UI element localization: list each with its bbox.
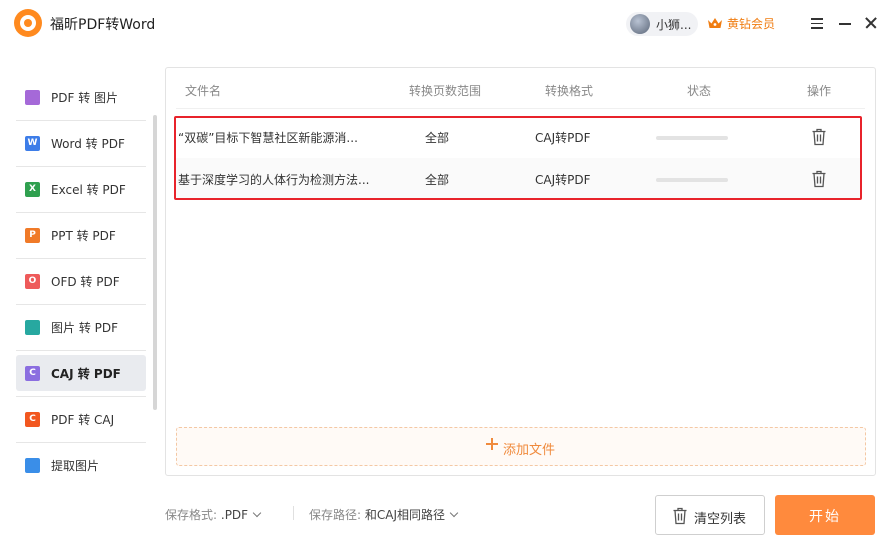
sidebar-divider <box>16 350 146 351</box>
sidebar-item-1[interactable]: Word 转 PDF <box>16 125 146 161</box>
convert-format: CAJ转PDF <box>535 173 591 187</box>
crown-icon <box>708 18 722 28</box>
save-path-value: 和CAJ相同路径 <box>364 508 446 522</box>
sidebar-item-7[interactable]: PDF 转 CAJ <box>16 401 146 437</box>
sidebar-divider <box>16 212 146 213</box>
caj-out-icon <box>25 412 40 427</box>
add-file-label: 添加文件 <box>503 443 556 458</box>
menu-icon[interactable] <box>808 14 826 32</box>
col-header-filename: 文件名 <box>185 84 222 98</box>
sidebar-divider <box>16 304 146 305</box>
sidebar-item-2[interactable]: Excel 转 PDF <box>16 171 146 207</box>
save-format-select[interactable]: 保存格式: .PDF <box>165 506 262 523</box>
sidebar-item-label: OFD 转 PDF <box>51 275 120 289</box>
trash-icon[interactable] <box>811 128 827 146</box>
header-divider <box>176 108 865 109</box>
sidebar-item-6[interactable]: CAJ 转 PDF <box>16 355 146 391</box>
col-header-action: 操作 <box>807 84 832 98</box>
status-progress-bar <box>656 136 728 140</box>
save-path-label: 保存路径: <box>309 508 362 522</box>
sidebar-item-label: PDF 转 图片 <box>51 91 119 105</box>
sidebar-divider <box>16 258 146 259</box>
chevron-down-icon <box>252 508 262 518</box>
sidebar-divider <box>16 396 146 397</box>
ofd-icon <box>25 274 40 289</box>
user-account[interactable]: 小狮... <box>626 12 698 36</box>
extract-image-icon <box>25 458 40 473</box>
start-label: 开始 <box>809 509 841 525</box>
app-logo-icon <box>14 9 42 37</box>
clear-list-label: 清空列表 <box>694 512 747 527</box>
sidebar-item-label: 提取图片 <box>51 459 100 473</box>
trash-icon <box>673 507 687 525</box>
sidebar-divider <box>16 120 146 121</box>
sidebar-item-8[interactable]: 提取图片 <box>16 447 146 483</box>
file-name: “双碳”目标下智慧社区新能源消... <box>178 131 358 145</box>
sidebar: PDF 转 图片 Word 转 PDF Excel 转 PDF PPT 转 PDF OF… <box>0 70 160 490</box>
excel-icon <box>25 182 40 197</box>
sidebar-scrollbar[interactable] <box>153 115 157 410</box>
app-title: 福昕PDF转Word <box>50 17 156 33</box>
footer-divider <box>293 506 294 520</box>
close-icon[interactable] <box>862 14 880 32</box>
add-file-button[interactable]: 添加文件 <box>176 427 866 466</box>
sidebar-divider <box>16 166 146 167</box>
sidebar-divider <box>16 442 146 443</box>
clear-list-button[interactable]: 清空列表 <box>655 495 765 535</box>
save-format-label: 保存格式: <box>165 508 218 522</box>
sidebar-item-5[interactable]: 图片 转 PDF <box>16 309 146 345</box>
title-bar: 福昕PDF转Word 小狮... 黄钻会员 <box>0 0 893 48</box>
save-path-select[interactable]: 保存路径: 和CAJ相同路径 <box>309 506 459 523</box>
sidebar-item-label: PPT 转 PDF <box>51 229 116 243</box>
sidebar-item-label: Excel 转 PDF <box>51 183 126 197</box>
sidebar-item-0[interactable]: PDF 转 图片 <box>16 79 146 115</box>
col-header-status: 状态 <box>687 84 712 98</box>
sidebar-item-label: 图片 转 PDF <box>51 321 119 335</box>
user-name: 小狮... <box>656 18 692 32</box>
table-row[interactable]: 基于深度学习的人体行为检测方法... 全部 CAJ转PDF <box>174 158 860 200</box>
word-icon <box>25 136 40 151</box>
image-icon <box>25 90 40 105</box>
file-list-panel: 文件名 转换页数范围 转换格式 状态 操作 “双碳”目标下智慧社区新能源消...… <box>165 67 876 476</box>
save-format-value: .PDF <box>220 508 249 522</box>
chevron-down-icon <box>449 508 459 518</box>
plus-icon <box>485 437 499 451</box>
caj-icon <box>25 366 40 381</box>
convert-format: CAJ转PDF <box>535 131 591 145</box>
file-name: 基于深度学习的人体行为检测方法... <box>178 173 370 187</box>
sidebar-item-3[interactable]: PPT 转 PDF <box>16 217 146 253</box>
col-header-format: 转换格式 <box>545 84 594 98</box>
page-range: 全部 <box>425 173 450 187</box>
picture-icon <box>25 320 40 335</box>
start-button[interactable]: 开始 <box>775 495 875 535</box>
trash-icon[interactable] <box>811 170 827 188</box>
sidebar-item-label: Word 转 PDF <box>51 137 125 151</box>
status-progress-bar <box>656 178 728 182</box>
ppt-icon <box>25 228 40 243</box>
col-header-page-range: 转换页数范围 <box>409 84 482 98</box>
sidebar-item-label: CAJ 转 PDF <box>51 367 121 381</box>
table-row[interactable]: “双碳”目标下智慧社区新能源消... 全部 CAJ转PDF <box>174 116 860 158</box>
sidebar-item-label: PDF 转 CAJ <box>51 413 115 427</box>
vip-label: 黄钻会员 <box>727 17 776 31</box>
avatar <box>630 14 650 34</box>
minimize-icon[interactable] <box>836 14 854 32</box>
page-range: 全部 <box>425 131 450 145</box>
sidebar-item-4[interactable]: OFD 转 PDF <box>16 263 146 299</box>
